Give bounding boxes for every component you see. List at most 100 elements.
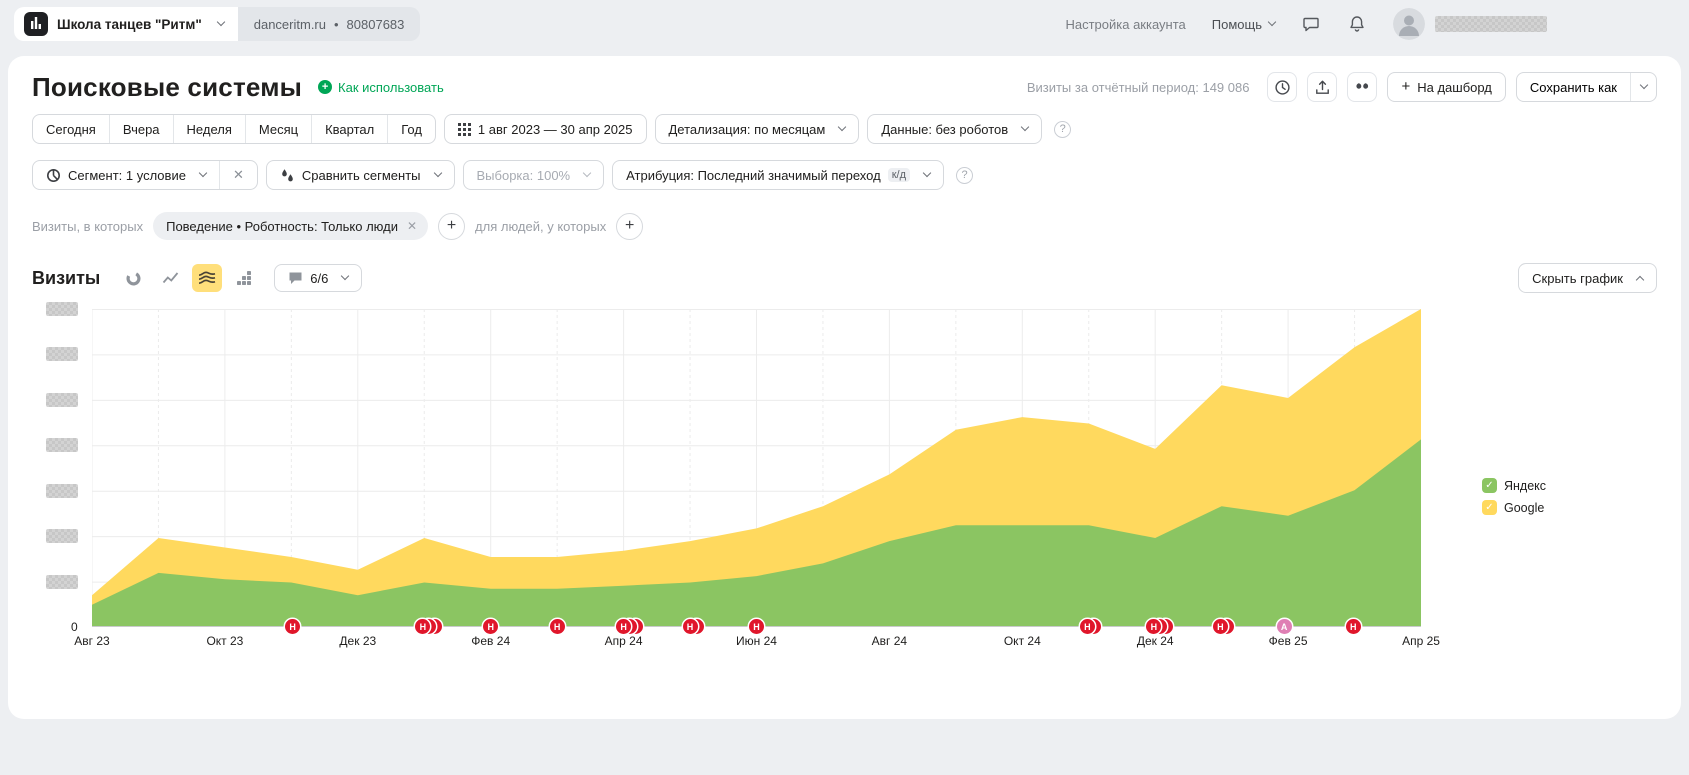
attribution-dropdown[interactable]: Атрибуция: Последний значимый переход к/… — [612, 160, 944, 190]
account-settings-link[interactable]: Настройка аккаунта — [1065, 17, 1185, 32]
marker-circle: Н — [1080, 619, 1095, 634]
period-yesterday-button[interactable]: Вчера — [109, 115, 173, 143]
counter-domain[interactable]: danceritm.ru — [254, 17, 326, 32]
x-axis-label: Фев 24 — [471, 634, 510, 648]
marker-circle: Н — [1213, 619, 1228, 634]
help-menu[interactable]: Помощь — [1212, 17, 1275, 32]
segment-pie-icon — [46, 168, 61, 183]
detalization-label: Детализация: по месяцам — [669, 122, 826, 137]
counter-id: 80807683 — [347, 17, 405, 32]
notifications-button[interactable] — [1347, 14, 1367, 34]
filters-row-segments: Сегмент: 1 условие ✕ Сравнить сегменты В… — [32, 160, 1657, 190]
quotes-button[interactable] — [1347, 72, 1377, 102]
user-cluster — [1393, 8, 1547, 40]
x-axis-label: Окт 23 — [206, 634, 243, 648]
how-to-use-link[interactable]: + Как использовать — [318, 80, 444, 95]
counter-capsule: Школа танцев "Ритм" danceritm.ru • 80807… — [14, 7, 420, 41]
segment-label: Сегмент: 1 условие — [68, 168, 186, 183]
legend-checkbox[interactable]: ✓ — [1482, 478, 1497, 493]
data-filter-label: Данные: без роботов — [881, 122, 1008, 137]
how-to-use-label: Как использовать — [338, 80, 444, 95]
segment-conditions-row: Визиты, в которых Поведение • Роботность… — [32, 212, 1657, 240]
chevron-down-icon — [1021, 123, 1029, 131]
chevron-down-icon — [1268, 18, 1276, 26]
segment-control: Сегмент: 1 условие ✕ — [32, 160, 258, 190]
calendar-grid-icon — [458, 123, 471, 136]
legend-checkbox[interactable]: ✓ — [1482, 500, 1497, 515]
data-filter-dropdown[interactable]: Данные: без роботов — [867, 114, 1042, 144]
legend-item[interactable]: ✓Google — [1482, 500, 1546, 515]
save-as-dropdown-button[interactable] — [1630, 73, 1656, 101]
compare-segments-label: Сравнить сегменты — [302, 168, 421, 183]
chevron-down-icon — [1639, 81, 1647, 89]
comments-button[interactable]: 6/6 — [274, 264, 362, 292]
add-people-condition-button[interactable]: + — [616, 213, 643, 240]
chip-remove-icon[interactable]: ✕ — [407, 219, 417, 233]
date-range-button[interactable]: 1 авг 2023 — 30 апр 2025 — [444, 114, 647, 144]
segment-chip-label: Поведение • Роботность: Только люди — [166, 219, 398, 234]
marker-circle: Н — [1346, 619, 1361, 634]
chart-markers: ННННННННННАН — [92, 619, 1421, 635]
chevron-down-icon — [216, 18, 224, 26]
help-icon[interactable]: ? — [956, 167, 973, 184]
chevron-down-icon — [838, 123, 846, 131]
chevron-down-icon — [923, 169, 931, 177]
chart-type-pie-button[interactable] — [118, 264, 148, 292]
add-to-dashboard-button[interactable]: + На дашборд — [1387, 72, 1505, 102]
chat-button[interactable] — [1301, 14, 1321, 34]
chevron-up-icon — [1636, 276, 1644, 284]
hide-chart-button[interactable]: Скрыть график — [1518, 263, 1657, 293]
history-button[interactable] — [1267, 72, 1297, 102]
chart-type-columns-button[interactable] — [229, 264, 259, 292]
segment-chip[interactable]: Поведение • Роботность: Только люди ✕ — [153, 212, 428, 240]
chart-type-area-button[interactable] — [192, 264, 222, 292]
quotes-icon — [1354, 79, 1370, 95]
topbar: Школа танцев "Ритм" danceritm.ru • 80807… — [0, 0, 1689, 48]
save-as-button[interactable]: Сохранить как — [1517, 73, 1630, 101]
columns-chart-icon — [236, 270, 252, 286]
period-quarter-button[interactable]: Квартал — [311, 115, 387, 143]
visits-chart: 0 ННННННННННАН Авг 23Окт 23Дек 23Фев 24А… — [32, 309, 1657, 653]
add-visit-condition-button[interactable]: + — [438, 213, 465, 240]
x-axis-label: Апр 24 — [605, 634, 643, 648]
separator-dot: • — [334, 17, 339, 32]
segment-dropdown[interactable]: Сегмент: 1 условие — [33, 161, 219, 189]
export-button[interactable] — [1307, 72, 1337, 102]
help-menu-label: Помощь — [1212, 17, 1262, 32]
chart-header: Визиты 6/6 Скрыть график — [32, 262, 1657, 294]
chat-bubble-icon — [1301, 14, 1321, 34]
x-axis-label: Июн 24 — [736, 634, 777, 648]
y-axis-redacted-label — [46, 438, 78, 452]
period-month-button[interactable]: Месяц — [245, 115, 311, 143]
sampling-dropdown[interactable]: Выборка: 100% — [463, 160, 605, 190]
y-axis-redacted-label — [46, 484, 78, 498]
clock-icon — [1274, 79, 1291, 96]
attribution-badge: к/д — [888, 168, 910, 182]
attribution-label: Атрибуция: Последний значимый переход — [626, 168, 881, 183]
line-chart-icon — [162, 270, 179, 287]
close-icon: ✕ — [233, 167, 244, 183]
chart-plot[interactable]: 0 ННННННННННАН — [92, 309, 1421, 627]
compare-segments-dropdown[interactable]: Сравнить сегменты — [266, 160, 455, 190]
page-title: Поисковые системы — [32, 72, 302, 103]
period-today-button[interactable]: Сегодня — [33, 115, 109, 143]
detalization-dropdown[interactable]: Детализация: по месяцам — [655, 114, 860, 144]
avatar[interactable] — [1393, 8, 1425, 40]
visits-period-summary: Визиты за отчётный период: 149 086 — [1027, 80, 1250, 95]
bell-icon — [1347, 14, 1367, 34]
sampling-label: Выборка: 100% — [477, 168, 571, 183]
chart-type-line-button[interactable] — [155, 264, 185, 292]
plus-icon: + — [1401, 78, 1410, 95]
filters-row-periods: Сегодня Вчера Неделя Месяц Квартал Год 1… — [32, 114, 1657, 144]
stacked-area-chart-icon — [198, 270, 216, 286]
chart-title: Визиты — [32, 268, 100, 289]
help-icon[interactable]: ? — [1054, 121, 1071, 138]
page-header: Поисковые системы + Как использовать Виз… — [32, 66, 1657, 108]
legend-item[interactable]: ✓Яндекс — [1482, 478, 1546, 493]
save-as-split-button: Сохранить как — [1516, 72, 1657, 102]
period-year-button[interactable]: Год — [387, 115, 435, 143]
counter-switcher[interactable]: Школа танцев "Ритм" — [14, 7, 238, 41]
period-week-button[interactable]: Неделя — [173, 115, 245, 143]
segment-clear-button[interactable]: ✕ — [219, 161, 257, 189]
add-to-dashboard-label: На дашборд — [1417, 80, 1492, 95]
